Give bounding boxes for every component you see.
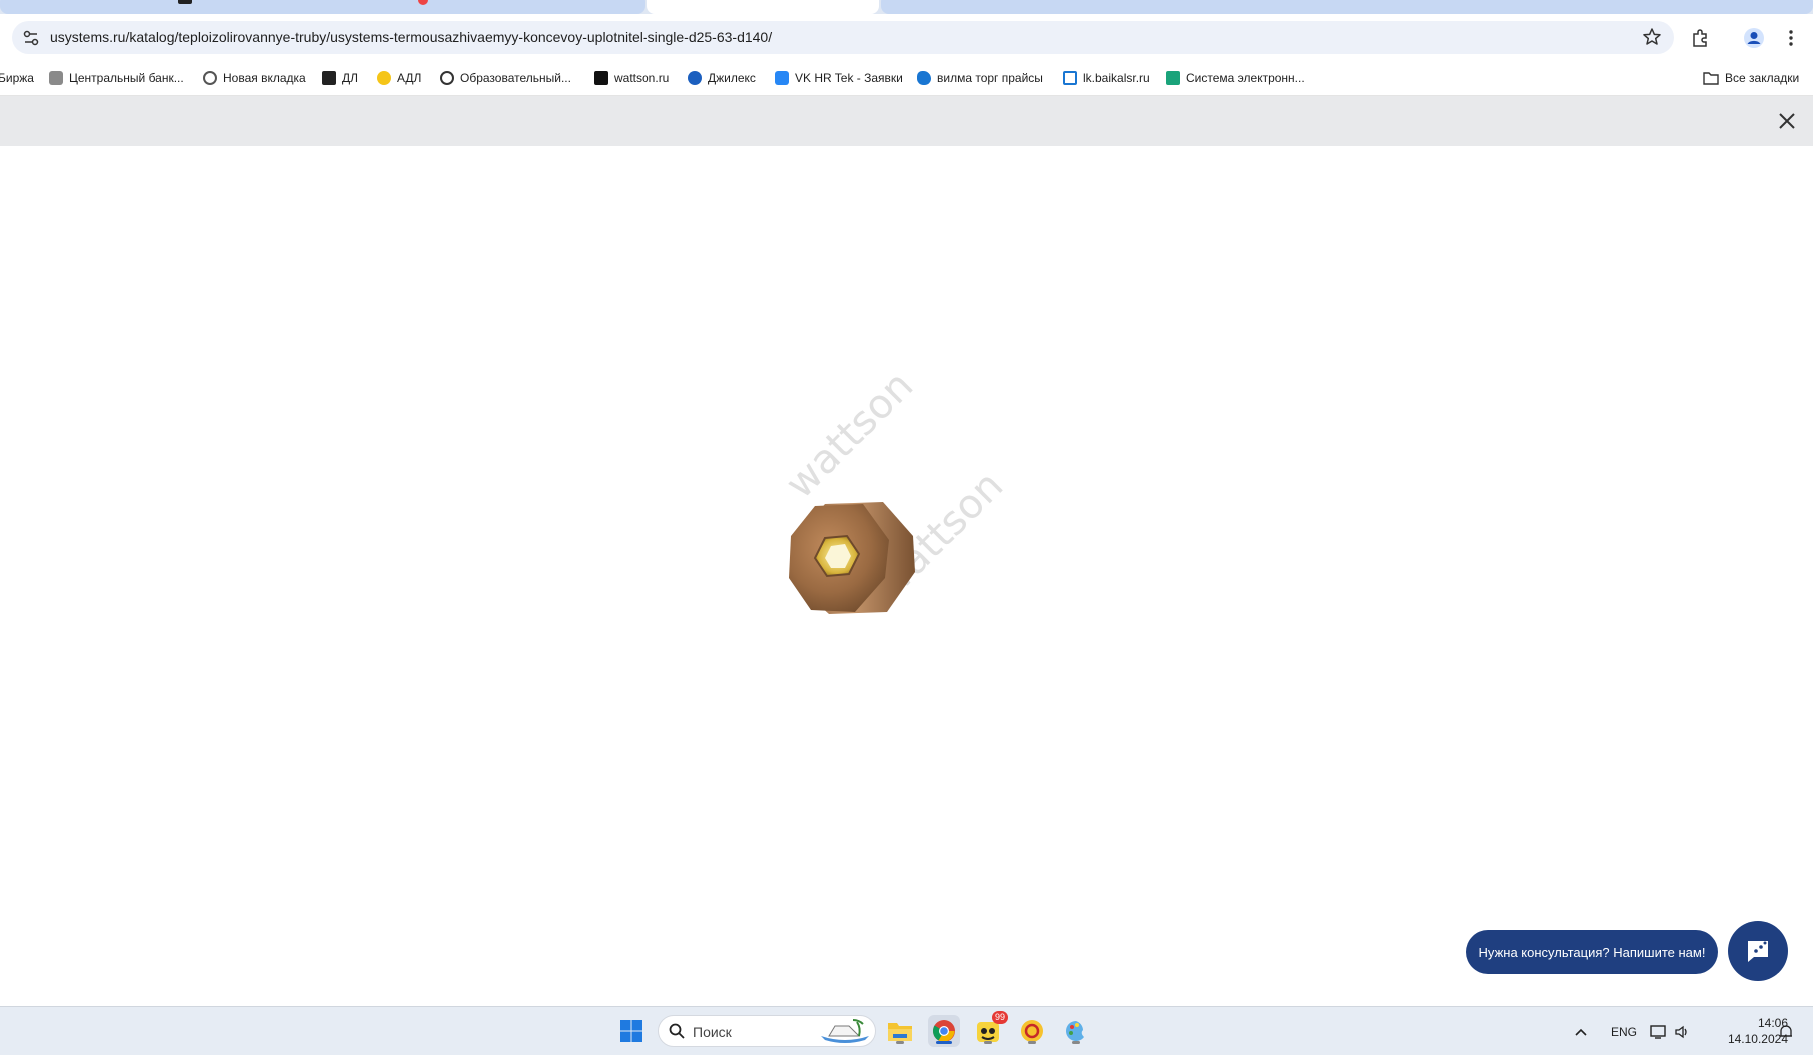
w-logo-icon — [594, 71, 608, 85]
paint-app-icon[interactable] — [1060, 1015, 1092, 1047]
bookmark-item[interactable]: Джилекс — [688, 71, 756, 85]
watermark-text: wattson — [777, 362, 923, 508]
tab-favicon-icon — [178, 0, 192, 4]
address-bar[interactable]: usystems.ru/katalog/teploizolirovannye-t… — [12, 21, 1674, 54]
product-image — [789, 502, 915, 614]
network-icon[interactable] — [1650, 1007, 1668, 1056]
bookmark-star-icon[interactable] — [1642, 27, 1662, 47]
messenger-app-icon[interactable]: 99 — [972, 1011, 1008, 1047]
chat-bubble-icon — [1748, 941, 1768, 962]
cloud-icon — [917, 71, 931, 85]
eagle-icon — [49, 71, 63, 85]
search-icon — [669, 1023, 685, 1039]
globe-icon — [203, 71, 217, 85]
bookmark-item[interactable]: ДЛ — [322, 71, 358, 85]
notification-badge: 99 — [991, 1011, 1008, 1024]
bookmark-item[interactable]: wattson.ru — [594, 71, 669, 85]
folder-icon — [1703, 72, 1719, 85]
doc-icon — [1166, 71, 1180, 85]
x-logo-icon — [1063, 71, 1077, 85]
extensions-icon[interactable] — [1685, 23, 1715, 53]
vk-icon — [775, 71, 789, 85]
language-indicator[interactable]: ENG — [1611, 1007, 1637, 1056]
app-running-indicator — [896, 1041, 904, 1044]
browser-menu-icon[interactable] — [1776, 23, 1806, 53]
url-text[interactable]: usystems.ru/katalog/teploizolirovannye-t… — [50, 29, 772, 45]
bookmark-item[interactable]: АДЛ — [377, 71, 421, 85]
bookmark-item[interactable]: Центральный банк... — [49, 71, 184, 85]
dl-logo-icon — [322, 71, 336, 85]
site-settings-icon[interactable] — [22, 29, 40, 47]
app-running-indicator — [1028, 1041, 1036, 1044]
app-active-indicator — [936, 1041, 952, 1044]
chat-open-button[interactable] — [1728, 921, 1788, 981]
chrome-taskbar-icon[interactable] — [928, 1015, 960, 1047]
windows-start-icon[interactable] — [615, 1015, 647, 1047]
browser-toolbar: usystems.ru/katalog/teploizolirovannye-t… — [0, 14, 1813, 62]
bookmark-item[interactable]: lk.baikalsr.ru — [1063, 71, 1150, 85]
bookmarks-bar: Биржа Центральный банк... Новая вкладка … — [0, 62, 1813, 96]
edu-icon — [440, 71, 454, 85]
jileks-icon — [688, 71, 702, 85]
tab-strip — [0, 0, 1813, 14]
profile-avatar-icon[interactable] — [1739, 23, 1769, 53]
bookmark-item[interactable]: Биржа — [0, 71, 34, 85]
app-running-indicator — [984, 1041, 992, 1044]
tray-overflow-icon[interactable] — [1574, 1007, 1588, 1056]
taskbar-search-input[interactable]: Поиск — [658, 1015, 876, 1047]
bookmark-item[interactable]: Новая вкладка — [203, 71, 306, 85]
image-viewer-header — [0, 96, 1813, 146]
image-viewer: wattson wattson — [0, 146, 1813, 1006]
search-highlight-boat-icon — [821, 1019, 869, 1043]
close-icon[interactable] — [1775, 109, 1799, 133]
notification-center-icon[interactable] — [1778, 1007, 1794, 1056]
app-running-indicator — [1072, 1041, 1080, 1044]
chat-consultation-button[interactable]: Нужна консультация? Напишите нам! — [1466, 930, 1718, 974]
bookmark-item[interactable]: Образовательный... — [440, 71, 571, 85]
windows-taskbar: Поиск 99 ENG 14:06 14.10.2024 — [0, 1006, 1813, 1055]
bookmark-item[interactable]: Система электронн... — [1166, 71, 1305, 85]
all-bookmarks-button[interactable]: Все закладки — [1703, 71, 1799, 85]
volume-icon[interactable] — [1674, 1007, 1690, 1056]
file-explorer-icon[interactable] — [884, 1015, 916, 1047]
tab-inactive-right[interactable] — [881, 0, 1813, 14]
1c-logo-icon — [377, 71, 391, 85]
1c-app-icon[interactable] — [1016, 1015, 1048, 1047]
bookmark-item[interactable]: вилма торг прайсы — [917, 71, 1043, 85]
tab-active[interactable] — [647, 0, 879, 14]
bookmark-item[interactable]: VK HR Tek - Заявки — [775, 71, 903, 85]
tab-inactive-left[interactable] — [0, 0, 645, 14]
